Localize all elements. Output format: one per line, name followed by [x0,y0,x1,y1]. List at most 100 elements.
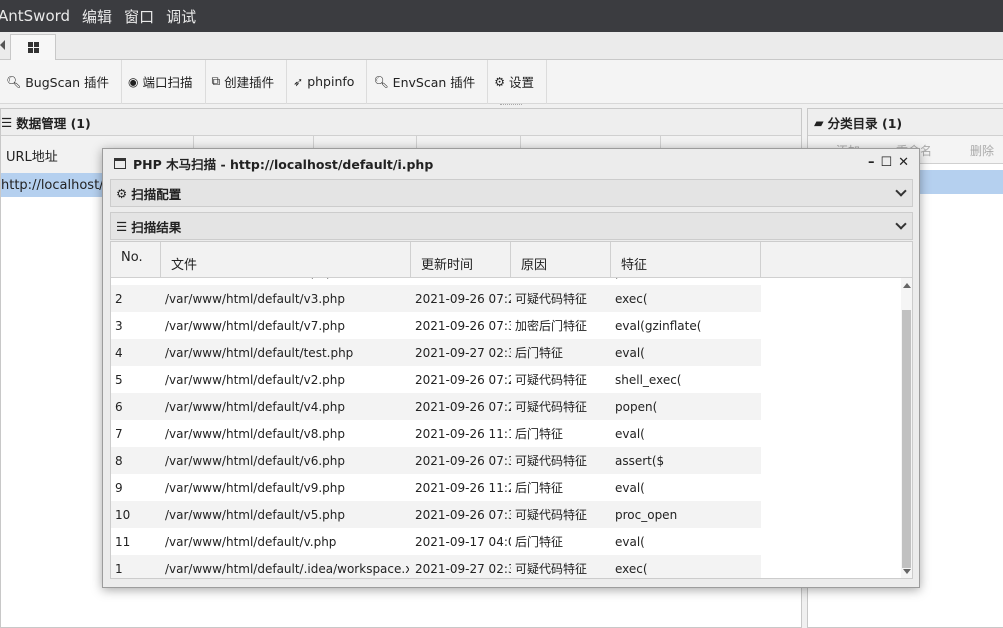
bugscan-plugin-button[interactable]: 🔍︎ BugScan 插件 [0,59,123,104]
cell-file: /var/www/html/default/v6.php [165,453,345,468]
phpinfo-label: phpinfo [307,74,355,89]
cell-updated: 2021-09-27 02:36 [415,345,511,360]
cell-no: 2 [115,291,123,306]
column-reason-label: 原因 [521,257,548,273]
result-row[interactable]: 5/var/www/html/default/v2.php 2021-09-26 … [111,366,761,393]
result-row[interactable]: 1/var/www/html/default/.idea/workspace.x… [111,555,761,578]
result-row[interactable]: 8/var/www/html/default/v6.php 2021-09-26 … [111,447,761,474]
cell-reason: 可疑代码特征 [515,562,588,576]
column-reason[interactable]: 原因 [511,242,611,278]
search-icon: 🔍︎ [6,74,22,89]
result-row[interactable]: 11/var/www/html/default/v.php 2021-09-17 … [111,528,761,555]
scrollbar-thumb[interactable] [902,310,911,568]
column-feature[interactable]: 特征 [611,242,761,278]
port-scan-label: 端口扫描 [142,75,193,90]
window-controls: – ☐ ✕ [868,155,909,170]
create-plugin-button[interactable]: ⧉ 创建插件 [206,59,288,104]
shell-row[interactable]: http://localhost/default/i.php [1,173,111,197]
cell-file: /var/www/html/default/v2.php [165,372,345,387]
cell-updated: 2021-09-26 07:33 [415,453,511,468]
tab-scroll-left-icon[interactable] [0,40,5,50]
scroll-down-icon[interactable] [903,569,911,574]
column-file[interactable]: 文件 [161,242,411,278]
result-row[interactable]: 6/var/www/html/default/v4.php 2021-09-26 … [111,393,761,420]
create-plugin-label: 创建插件 [224,75,275,90]
cell-file: /var/www/html/default/i.php [165,278,409,285]
cell-feature: shell_exec( [615,372,682,387]
cell-feature: exec( [615,561,648,576]
chevron-down-icon[interactable] [895,185,907,197]
cell-reason: 可疑代码特征 [515,373,588,387]
folder-icon: ▰ [814,114,824,130]
cell-feature: eval( [615,480,645,495]
scan-config-section[interactable]: ⚙ 扫描配置 [110,179,913,207]
cell-reason: 可疑代码特征 [515,400,588,414]
rocket-icon: ➶ [293,74,304,89]
grid-icon [27,42,39,53]
cell-file: /var/www/html/default/test.php [165,345,354,360]
maximize-icon[interactable]: ☐ [880,155,892,170]
eye-icon: ◉ [128,74,139,89]
cell-no: 8 [115,453,123,468]
cell-updated: 2021-09-17 04:08 [415,534,511,549]
chevron-down-icon[interactable] [895,218,907,230]
app-menu-antsword[interactable]: AntSword [0,7,70,25]
result-row[interactable]: 10/var/www/html/default/v5.php 2021-09-26… [111,501,761,528]
cell-file: /var/www/html/default/v8.php [165,426,345,441]
window-titlebar[interactable]: PHP 木马扫描 - http://localhost/default/i.ph… [103,149,919,177]
window-icon [114,157,126,169]
cell-updated: 2021-09-26 07:27 [415,278,511,285]
splitter-grip[interactable] [500,104,522,107]
cell-feature: popen( [615,399,658,414]
scan-results-section[interactable]: ☰ 扫描结果 [110,212,913,240]
result-row[interactable]: 7/var/www/html/default/v8.php 2021-09-26 … [111,420,761,447]
cell-updated: 2021-09-26 07:28 [415,372,511,387]
menu-edit[interactable]: 编辑 [82,6,112,27]
column-updated[interactable]: 更新时间 [411,242,511,278]
settings-button[interactable]: ⚙ 设置 [488,59,548,104]
port-scan-button[interactable]: ◉ 端口扫描 [122,59,206,104]
cell-no: 1 [115,278,159,285]
cell-no: 10 [115,507,131,522]
cell-no: 1 [115,561,123,576]
minimize-icon[interactable]: – [868,155,875,170]
scroll-up-icon[interactable] [903,283,911,288]
cell-file: /var/www/html/default/v.php [165,534,337,549]
envscan-plugin-label: EnvScan 插件 [392,75,476,90]
result-row[interactable]: 4/var/www/html/default/test.php 2021-09-2… [111,339,761,366]
cell-reason: 后门特征 [515,535,564,549]
settings-label: 设置 [509,75,535,90]
scan-results-grid: No. 文件 更新时间 原因 特征 1/var/www/html/default… [110,241,913,579]
envscan-plugin-button[interactable]: 🔍︎ EnvScan 插件 [367,59,489,104]
scan-results-label: 扫描结果 [131,219,182,235]
list-icon: ☰ [1,114,13,130]
gears-icon: ⚙ [116,185,128,201]
column-url-label: URL地址 [6,149,58,165]
menu-window[interactable]: 窗口 [124,6,154,27]
cell-reason: 可疑代码特征 [515,454,588,468]
cell-file: /var/www/html/default/v5.php [165,507,345,522]
cell-file: /var/www/html/default/.idea/workspace.xm… [165,561,409,576]
search-icon: 🔍︎ [373,74,389,89]
column-no[interactable]: No. [111,242,161,278]
result-row[interactable]: 9/var/www/html/default/v9.php 2021-09-26 … [111,474,761,501]
delete-category-button[interactable]: 删除 [970,142,994,159]
result-row[interactable]: 1/var/www/html/default/i.php 2021-09-26 0… [111,278,761,285]
cell-no: 3 [115,318,123,333]
result-row[interactable]: 3/var/www/html/default/v7.php 2021-09-26 … [111,312,761,339]
phpinfo-button[interactable]: ➶ phpinfo [287,59,368,104]
tab-home[interactable] [10,34,56,60]
cell-no: 7 [115,426,123,441]
cell-reason: 可疑代码特征 [515,508,588,522]
result-row[interactable]: 2/var/www/html/default/v3.php 2021-09-26 … [111,285,761,312]
close-icon[interactable]: ✕ [898,155,909,170]
menubar: AntSword 编辑 窗口 调试 [0,0,1003,32]
cell-reason: 可疑代码特征 [515,292,588,306]
cell-reason: 后门特征 [515,346,564,360]
plugin-toolbar: 🔍︎ BugScan 插件 ◉ 端口扫描 ⧉ 创建插件 ➶ phpinfo 🔍︎… [0,59,1003,104]
results-scrollbar[interactable] [901,278,912,578]
column-file-label: 文件 [171,257,198,273]
cell-updated: 2021-09-26 11:22 [415,480,511,495]
cell-file: /var/www/html/default/v4.php [165,399,345,414]
menu-debug[interactable]: 调试 [166,6,196,27]
